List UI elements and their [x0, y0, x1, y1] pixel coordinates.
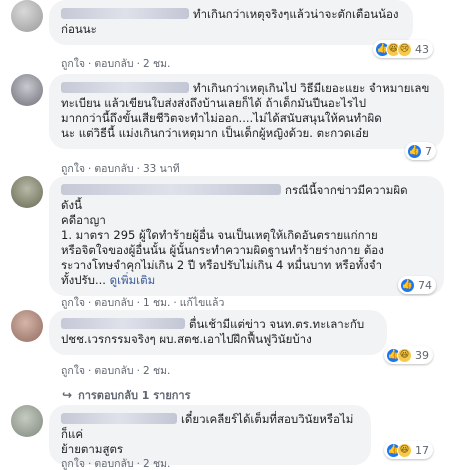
- reaction-count: 17: [415, 443, 429, 457]
- like-link[interactable]: ถูกใจ: [61, 455, 85, 470]
- like-link[interactable]: ถูกใจ: [61, 55, 85, 72]
- comment-actions: ถูกใจ · ตอบกลับ · 1 ชม. · แก้ไขแล้ว: [61, 294, 224, 311]
- reply-link[interactable]: ตอบกลับ: [94, 455, 133, 470]
- timestamp[interactable]: 1 ชม.: [143, 294, 170, 311]
- timestamp[interactable]: 2 ชม.: [143, 455, 170, 470]
- comment-actions: ถูกใจ · ตอบกลับ · 2 ชม.: [61, 455, 170, 470]
- reaction-summary[interactable]: 👍 7: [405, 142, 436, 160]
- reaction-count: 74: [418, 278, 432, 292]
- reaction-summary[interactable]: 👍 😆 17: [384, 441, 433, 459]
- comment-bubble: ทำเกินกว่าเหตุจริงๆแล้วน่าจะตักเตือนน้อง…: [49, 0, 413, 45]
- comment-text: ทำเกินกว่าเหตุจริงๆแล้วน่าจะตักเตือนน้อง…: [61, 7, 399, 36]
- commenter-name-redacted[interactable]: [61, 184, 281, 195]
- comment-bubble: ตื่นเช้ามีแต่ข่าว จนท.ตร.ทะเลาะกับ ปชช.เ…: [49, 310, 387, 355]
- avatar[interactable]: [11, 405, 43, 437]
- like-link[interactable]: ถูกใจ: [61, 160, 85, 177]
- avatar[interactable]: [11, 176, 43, 208]
- comment-text: ทำเกินกว่าเหตุเกินไป วิธีมีเยอะแยะ จำหมา…: [61, 81, 430, 140]
- comment-actions: ถูกใจ · ตอบกลับ · 2 ชม.: [61, 362, 170, 379]
- reply-link[interactable]: ตอบกลับ: [94, 362, 133, 379]
- comment-bubble: กรณีนี้จากข่าวมีความผิด ดังนี้ คดีอาญา 1…: [49, 176, 444, 296]
- commenter-name-redacted[interactable]: [61, 318, 185, 329]
- like-link[interactable]: ถูกใจ: [61, 294, 85, 311]
- reaction-count: 39: [415, 348, 429, 362]
- reaction-count: 7: [425, 144, 432, 158]
- timestamp[interactable]: 2 ชม.: [143, 55, 170, 72]
- commenter-name-redacted[interactable]: [61, 8, 189, 19]
- timestamp[interactable]: 2 ชม.: [143, 362, 170, 379]
- comment-text: ตื่นเช้ามีแต่ข่าว จนท.ตร.ทะเลาะกับ ปชช.เ…: [61, 317, 365, 346]
- comment-text: กรณีนี้จากข่าวมีความผิด ดังนี้ คดีอาญา 1…: [61, 183, 408, 287]
- view-replies-label: การตอบกลับ 1 รายการ: [78, 389, 191, 402]
- comment-text: เดี๋ยวเคลียร์ได้เต็มที่สอบวินัยหรือไม่ก็…: [61, 412, 354, 456]
- commenter-name-redacted[interactable]: [61, 413, 177, 424]
- reply-link[interactable]: ตอบกลับ: [94, 55, 133, 72]
- timestamp[interactable]: 33 นาที: [143, 160, 180, 177]
- see-more-link[interactable]: ดูเพิ่มเติม: [110, 273, 156, 287]
- edited-label[interactable]: แก้ไขแล้ว: [180, 294, 225, 311]
- reaction-summary[interactable]: 👍 74: [398, 276, 436, 294]
- reaction-summary[interactable]: 👍 😆 39: [384, 346, 433, 364]
- reaction-count: 43: [415, 42, 429, 56]
- like-link[interactable]: ถูกใจ: [61, 362, 85, 379]
- haha-reaction-icon: 😆: [397, 347, 412, 363]
- avatar[interactable]: [11, 0, 43, 32]
- reaction-summary[interactable]: 👍 😆 😢 43: [373, 40, 433, 58]
- like-reaction-icon: 👍: [407, 143, 422, 159]
- haha-reaction-icon: 😆: [397, 442, 412, 458]
- reply-link[interactable]: ตอบกลับ: [94, 160, 133, 177]
- comment-actions: ถูกใจ · ตอบกลับ · 33 นาที: [61, 160, 180, 177]
- avatar[interactable]: [11, 74, 43, 106]
- commenter-name-redacted[interactable]: [61, 82, 189, 93]
- avatar[interactable]: [11, 310, 43, 342]
- like-reaction-icon: 👍: [400, 277, 415, 293]
- reply-arrow-icon: ↪: [62, 388, 73, 402]
- sad-reaction-icon: 😢: [397, 41, 412, 57]
- view-replies-link[interactable]: ↪ การตอบกลับ 1 รายการ: [62, 386, 191, 404]
- reply-link[interactable]: ตอบกลับ: [94, 294, 133, 311]
- comment-bubble: ทำเกินกว่าเหตุเกินไป วิธีมีเยอะแยะ จำหมา…: [49, 74, 444, 149]
- comment-actions: ถูกใจ · ตอบกลับ · 2 ชม.: [61, 55, 170, 72]
